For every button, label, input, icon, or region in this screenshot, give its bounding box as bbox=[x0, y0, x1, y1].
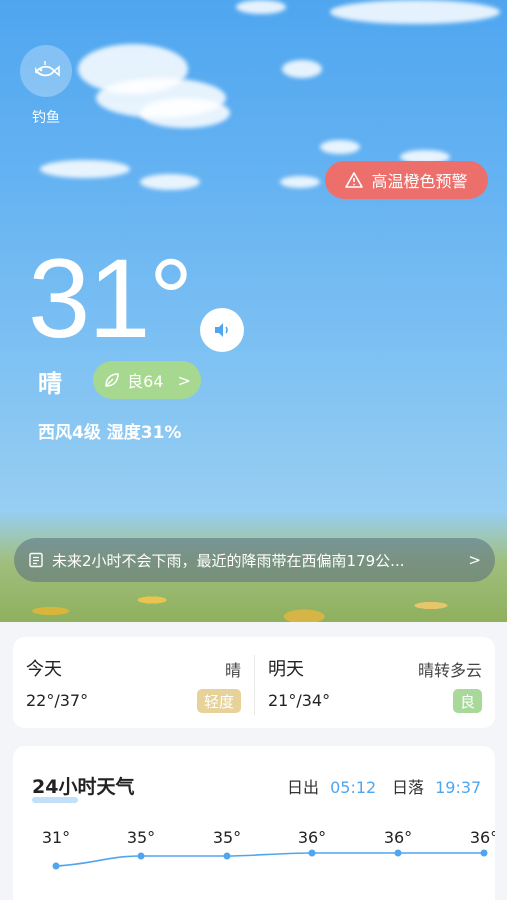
hourly-forecast-card[interactable]: 24小时天气 日出 05:12 日落 19:37 31° 35° 35° 36°… bbox=[13, 746, 495, 900]
temp-point bbox=[137, 852, 145, 860]
day-condition: 晴 bbox=[224, 661, 241, 680]
rain-forecast-bar[interactable]: 未来2小时不会下雨，最近的降雨带在西偏南179公... > bbox=[14, 538, 495, 582]
day-tomorrow[interactable]: 明天 晴转多云 21°/34° 良 bbox=[254, 655, 495, 715]
temp-point bbox=[52, 862, 60, 870]
leaf-icon bbox=[105, 373, 119, 387]
cloud bbox=[282, 60, 322, 78]
temp-point bbox=[480, 849, 488, 857]
warning-icon bbox=[345, 172, 364, 188]
cloud bbox=[236, 0, 286, 14]
high-temp-alert-button[interactable]: 高温橙色预警 bbox=[325, 161, 488, 199]
wind-humidity: 西风4级 湿度31% bbox=[38, 423, 182, 443]
current-temperature: 31° bbox=[28, 236, 193, 361]
voice-broadcast-button[interactable] bbox=[200, 308, 244, 352]
fishing-button[interactable] bbox=[20, 45, 72, 97]
fish-icon bbox=[35, 61, 60, 77]
cloud bbox=[280, 176, 320, 188]
temp-line bbox=[55, 852, 484, 867]
day-condition: 晴转多云 bbox=[417, 661, 482, 680]
alert-label: 高温橙色预警 bbox=[371, 172, 468, 191]
temp-point bbox=[223, 852, 231, 860]
cloud bbox=[40, 160, 130, 178]
weather-hero: 钓鱼 高温橙色预警 31° 晴 良64 > 西风4级 湿度31% 未来2小时不会… bbox=[0, 0, 507, 622]
day-name: 明天 bbox=[268, 659, 304, 680]
aqi-badge: 轻度 bbox=[196, 689, 241, 713]
day-today[interactable]: 今天 晴 22°/37° 轻度 bbox=[13, 637, 254, 728]
aqi-button[interactable]: 良64 > bbox=[93, 361, 201, 399]
document-icon bbox=[29, 552, 43, 568]
cloud bbox=[140, 98, 230, 128]
day-name: 今天 bbox=[26, 659, 62, 680]
speaker-icon bbox=[215, 323, 228, 337]
fishing-label: 钓鱼 bbox=[32, 110, 60, 126]
day-temp-range: 21°/34° bbox=[268, 691, 331, 710]
weather-condition: 晴 bbox=[38, 370, 62, 398]
temp-point bbox=[308, 849, 316, 857]
cloud bbox=[140, 174, 200, 190]
cloud bbox=[320, 140, 360, 154]
aqi-label: 良64 bbox=[127, 372, 164, 391]
chevron-right-icon: > bbox=[177, 370, 191, 390]
day-temp-range: 22°/37° bbox=[26, 691, 89, 710]
aqi-badge: 良 bbox=[452, 689, 482, 713]
chevron-right-icon: > bbox=[468, 551, 481, 569]
cloud bbox=[330, 0, 500, 24]
rain-forecast-text: 未来2小时不会下雨，最近的降雨带在西偏南179公... bbox=[52, 551, 405, 570]
daily-forecast-card[interactable]: 今天 晴 22°/37° 轻度 明天 晴转多云 21°/34° 良 bbox=[13, 637, 495, 728]
hourly-temp-curve bbox=[52, 849, 488, 870]
temp-point bbox=[394, 849, 402, 857]
